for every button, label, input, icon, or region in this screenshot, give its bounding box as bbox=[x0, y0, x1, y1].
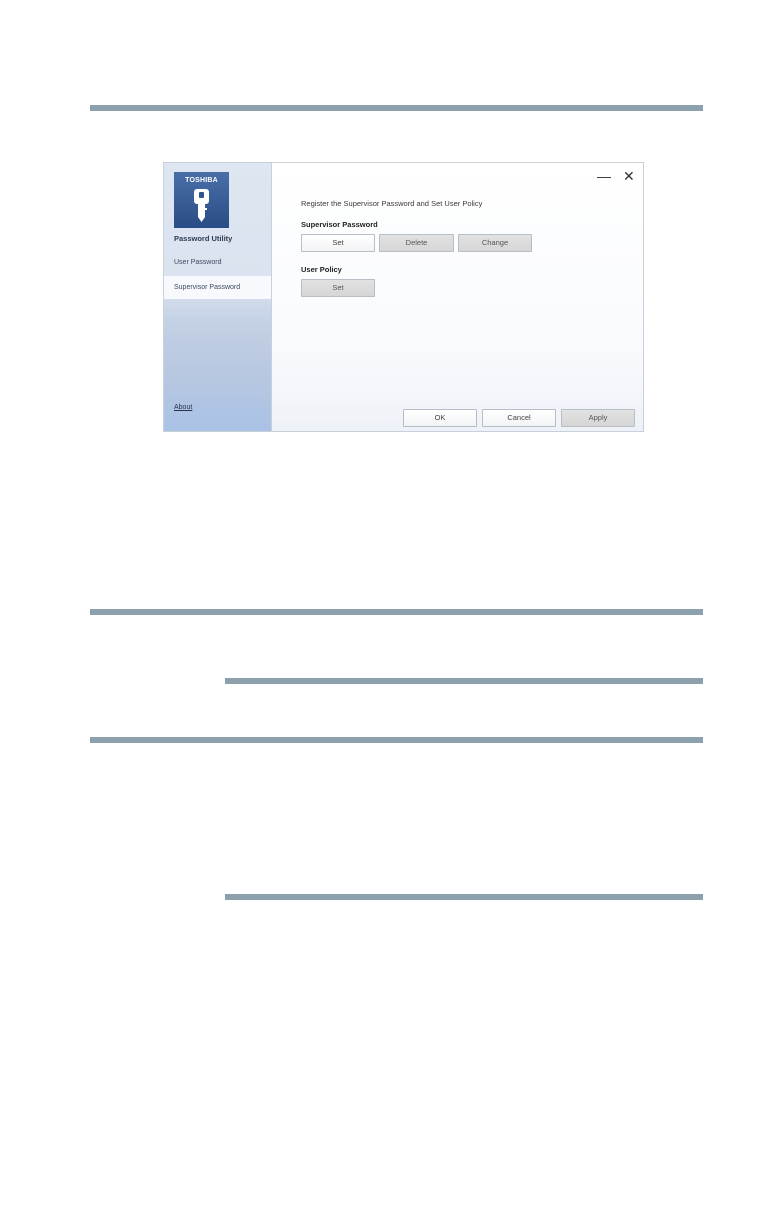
section-rule-1 bbox=[90, 609, 703, 615]
top-rule bbox=[90, 105, 703, 111]
sidebar: TOSHIBA Password Utility User Password S… bbox=[164, 163, 272, 431]
about-link[interactable]: About bbox=[174, 404, 192, 411]
main-panel: — ✕ Register the Supervisor Password and… bbox=[272, 163, 643, 431]
user-policy-set-button[interactable]: Set bbox=[301, 279, 375, 297]
section-rule-2 bbox=[90, 737, 703, 743]
supervisor-change-button[interactable]: Change bbox=[458, 234, 532, 252]
supervisor-set-button[interactable]: Set bbox=[301, 234, 375, 252]
brand-label: TOSHIBA bbox=[185, 177, 218, 184]
sidebar-item-user-password[interactable]: User Password bbox=[164, 251, 271, 274]
note-rule-1 bbox=[225, 678, 703, 684]
sidebar-item-supervisor-password[interactable]: Supervisor Password bbox=[164, 276, 271, 299]
app-title: Password Utility bbox=[174, 234, 233, 243]
user-policy-label: User Policy bbox=[301, 265, 342, 274]
supervisor-password-label: Supervisor Password bbox=[301, 220, 378, 229]
supervisor-delete-button[interactable]: Delete bbox=[379, 234, 454, 252]
toshiba-key-logo: TOSHIBA bbox=[174, 172, 229, 228]
close-button[interactable]: ✕ bbox=[623, 169, 635, 183]
page-heading: Register the Supervisor Password and Set… bbox=[301, 199, 483, 208]
password-utility-window: TOSHIBA Password Utility User Password S… bbox=[163, 162, 644, 432]
key-icon bbox=[194, 189, 209, 222]
minimize-button[interactable]: — bbox=[597, 169, 611, 183]
note-rule-2 bbox=[225, 894, 703, 900]
cancel-button[interactable]: Cancel bbox=[482, 409, 556, 427]
ok-button[interactable]: OK bbox=[403, 409, 477, 427]
apply-button[interactable]: Apply bbox=[561, 409, 635, 427]
